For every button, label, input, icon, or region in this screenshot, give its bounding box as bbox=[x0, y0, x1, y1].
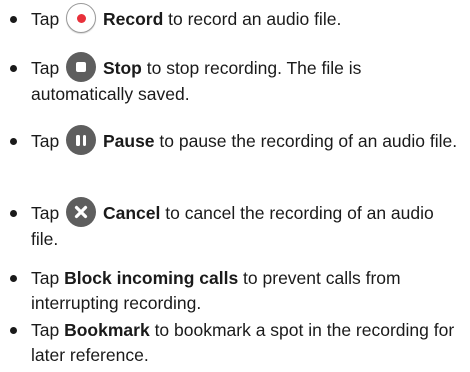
list-item-record: Tap Record to record an audio file. bbox=[10, 3, 465, 34]
bullet bbox=[10, 327, 17, 334]
stop-label: Stop bbox=[102, 58, 142, 78]
bullet bbox=[10, 138, 17, 145]
cancel-icon bbox=[66, 197, 97, 228]
record-icon bbox=[66, 3, 97, 34]
pause-label: Pause bbox=[102, 131, 155, 151]
record-label: Record bbox=[102, 9, 164, 29]
list-item-pause: Tap Pause to pause the recording of an a… bbox=[10, 125, 465, 156]
cancel-label: Cancel bbox=[102, 203, 161, 223]
list-item-text: Tap Block incoming calls to prevent call… bbox=[31, 268, 401, 313]
bookmark-label: Bookmark bbox=[64, 320, 150, 340]
bullet bbox=[10, 65, 17, 72]
list-item-text: Tap Bookmark to bookmark a spot in the r… bbox=[31, 320, 455, 365]
list-item-text: Tap Record to record an audio file. bbox=[10, 3, 465, 34]
block-calls-label: Block incoming calls bbox=[64, 268, 239, 288]
bullet bbox=[10, 210, 17, 217]
list-item-text: Tap Cancel to cancel the recording of an… bbox=[10, 197, 465, 252]
list-item-stop: Tap Stop to stop recording. The file is … bbox=[10, 52, 465, 107]
list-item-bookmark: Tap Bookmark to bookmark a spot in the r… bbox=[10, 318, 465, 368]
bullet bbox=[10, 16, 17, 23]
stop-icon bbox=[66, 52, 97, 83]
list-item-block-calls: Tap Block incoming calls to prevent call… bbox=[10, 266, 465, 316]
pause-icon bbox=[66, 125, 97, 156]
list-item-text: Tap Pause to pause the recording of an a… bbox=[10, 125, 465, 156]
list-item-cancel: Tap Cancel to cancel the recording of an… bbox=[10, 197, 465, 252]
bullet bbox=[10, 275, 17, 282]
list-item-text: Tap Stop to stop recording. The file is … bbox=[10, 52, 465, 107]
